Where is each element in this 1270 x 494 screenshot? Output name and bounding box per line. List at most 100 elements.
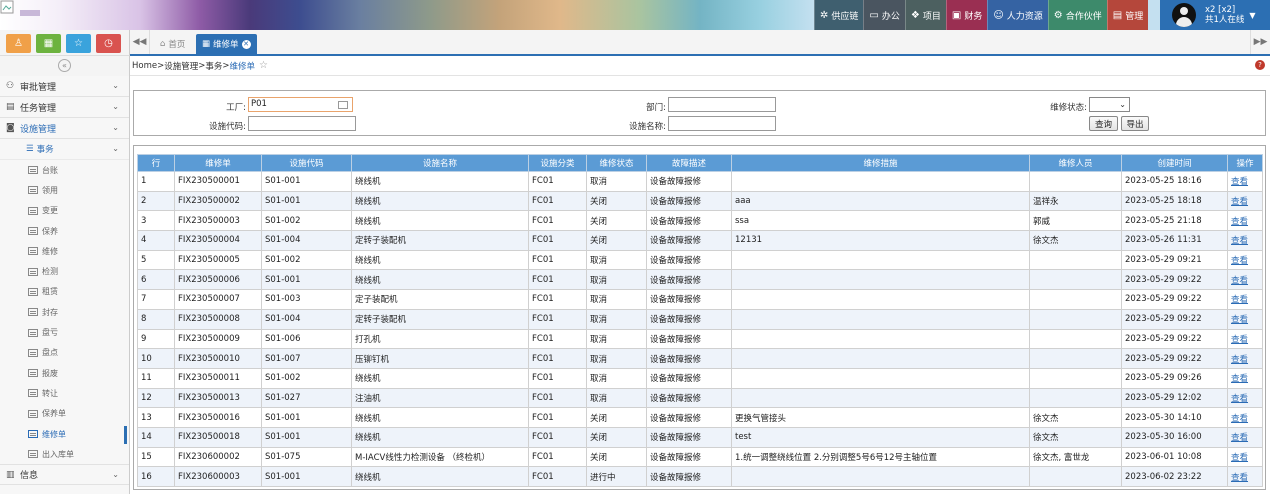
view-link[interactable]: 查看: [1227, 407, 1263, 428]
facility-code-input[interactable]: [248, 116, 356, 131]
column-header[interactable]: 维修状态: [586, 154, 647, 172]
table-row[interactable]: 13 FIX230500016 S01-001 绕线机 FC01 关闭 设备故障报修 更换气管…: [137, 407, 1263, 428]
view-link[interactable]: 查看: [1227, 210, 1263, 232]
facility-name-input[interactable]: [668, 116, 776, 131]
sidebar-leaf-item[interactable]: 封存: [0, 302, 129, 322]
view-link[interactable]: 查看: [1227, 230, 1263, 251]
view-link[interactable]: 查看: [1227, 466, 1263, 487]
sidebar-leaf-item[interactable]: 变更: [0, 201, 129, 221]
column-header[interactable]: 创建时间: [1121, 154, 1228, 172]
tab-scroll-left-icon[interactable]: ◀◀: [130, 30, 150, 54]
sidebar-leaf-item[interactable]: 领用: [0, 180, 129, 200]
table-row[interactable]: 11 FIX230500011 S01-002 绕线机 FC01 取消 设备故障报修 2023…: [137, 367, 1263, 389]
table-row[interactable]: 9 FIX230500009 S01-006 打孔机 FC01 取消 设备故障报修 2023-…: [137, 328, 1263, 350]
sidebar-item-info[interactable]: ▥ 信息 ⌄: [0, 464, 129, 486]
repair-status-select[interactable]: ⌄: [1089, 97, 1130, 112]
avatar[interactable]: [1172, 3, 1196, 27]
table-row[interactable]: 12 FIX230500013 S01-027 注油机 FC01 取消 设备故障报修 2023…: [137, 387, 1263, 409]
topnav-supply-chain[interactable]: ✲ 供应链: [814, 0, 864, 30]
help-icon[interactable]: ?: [1255, 60, 1265, 70]
column-header[interactable]: 维修人员: [1029, 154, 1122, 172]
table-row[interactable]: 7 FIX230500007 S01-003 定子装配机 FC01 取消 设备故障报修 202…: [137, 289, 1263, 310]
table-row[interactable]: 14 FIX230500018 S01-001 绕线机 FC01 关闭 设备故障报修 test…: [137, 426, 1263, 448]
tab-home[interactable]: ⌂ 首页: [154, 34, 191, 54]
factory-input[interactable]: P01: [248, 97, 353, 112]
breadcrumb-home[interactable]: Home: [132, 61, 157, 71]
column-header[interactable]: 维修措施: [731, 154, 1030, 172]
table-row[interactable]: 3 FIX230500003 S01-002 绕线机 FC01 关闭 设备故障报修 ssa 郭威…: [137, 210, 1263, 232]
sidebar-item-task[interactable]: ▤ 任务管理 ⌄: [0, 97, 129, 118]
view-link[interactable]: 查看: [1227, 367, 1263, 389]
breadcrumb-level1[interactable]: 设施管理: [164, 60, 198, 72]
topnav-office[interactable]: ▭ 办公: [863, 0, 905, 30]
sidebar-leaf-item[interactable]: 盘亏: [0, 322, 129, 342]
collapse-sidebar-icon[interactable]: «: [58, 59, 71, 72]
table-row[interactable]: 15 FIX230600002 S01-075 M-IACV线性力检测设备 （终检机）…: [137, 446, 1263, 468]
sidebar-leaf-item[interactable]: 保养: [0, 221, 129, 241]
table-row[interactable]: 8 FIX230500008 S01-004 定转子装配机 FC01 取消 设备故障报修 20…: [137, 308, 1263, 330]
column-header[interactable]: 维修单: [174, 154, 262, 172]
sidebar-leaf-item[interactable]: 盘点: [0, 343, 129, 363]
table-row[interactable]: 6 FIX230500006 S01-001 绕线机 FC01 取消 设备故障报修 2023-…: [137, 269, 1263, 291]
caret-down-icon[interactable]: ▼: [1249, 11, 1255, 20]
sidebar-leaf-item[interactable]: 维修: [0, 241, 129, 261]
topnav-finance[interactable]: ▣ 财务: [945, 0, 988, 30]
column-header[interactable]: 设施分类: [528, 154, 587, 172]
sidebar-leaf-label: 领用: [42, 185, 58, 195]
view-link[interactable]: 查看: [1227, 446, 1263, 468]
tab-scroll-right-icon[interactable]: ▶▶: [1250, 30, 1270, 54]
table-row[interactable]: 5 FIX230500005 S01-002 绕线机 FC01 取消 设备故障报修 2023-…: [137, 249, 1263, 271]
sidebar-leaf-item[interactable]: 保养单: [0, 404, 129, 424]
sidebar-leaf-item[interactable]: 出入库单: [0, 444, 129, 464]
export-button[interactable]: 导出: [1121, 116, 1149, 131]
close-tab-icon[interactable]: ✕: [241, 39, 251, 49]
topnav-project[interactable]: ❖ 项目: [904, 0, 946, 30]
table-cell: [1029, 289, 1122, 310]
sidebar-leaf-item[interactable]: 租赁: [0, 282, 129, 302]
table-row[interactable]: 2 FIX230500002 S01-001 绕线机 FC01 关闭 设备故障报修 aaa 温祥…: [137, 190, 1263, 212]
column-header[interactable]: 操作: [1227, 154, 1263, 172]
query-button[interactable]: 查询: [1089, 116, 1118, 131]
table-row[interactable]: 1 FIX230500001 S01-001 绕线机 FC01 取消 设备故障报修 2023-…: [137, 171, 1263, 192]
column-header[interactable]: 行: [137, 154, 175, 172]
sidebar-leaf-item[interactable]: 转让: [0, 383, 129, 403]
view-link[interactable]: 查看: [1227, 328, 1263, 350]
sidebar-item-facility[interactable]: ◙ 设施管理 ⌄: [0, 118, 129, 139]
sidebar-leaf-item[interactable]: 台账: [0, 160, 129, 180]
sidebar-leaf-item[interactable]: 报废: [0, 363, 129, 383]
view-link[interactable]: 查看: [1227, 269, 1263, 291]
lookup-icon[interactable]: [338, 101, 348, 109]
view-link[interactable]: 查看: [1227, 171, 1263, 192]
view-link[interactable]: 查看: [1227, 289, 1263, 310]
clock-icon[interactable]: ◷: [96, 34, 121, 53]
table-row[interactable]: 16 FIX230600003 S01-001 绕线机 FC01 进行中 设备故障报修 202…: [137, 466, 1263, 487]
breadcrumb-level2[interactable]: 事务: [205, 60, 222, 72]
table-row[interactable]: 10 FIX230500010 S01-007 压铆钉机 FC01 取消 设备故障报修 202…: [137, 348, 1263, 369]
tab-repair-order[interactable]: ▦ 维修单 ✕: [196, 34, 257, 54]
view-link[interactable]: 查看: [1227, 387, 1263, 409]
sidebar-leaf-item[interactable]: 维修单: [0, 424, 129, 445]
user-panel[interactable]: x2 [x2] 共1人在线 ▼: [1160, 0, 1270, 30]
table-cell: S01-002: [261, 367, 352, 389]
topnav-hr[interactable]: ☺ 人力资源: [987, 0, 1048, 30]
sidebar-leaf-item[interactable]: 检测: [0, 261, 129, 281]
sidebar-item-approval[interactable]: ⚇ 审批管理 ⌄: [0, 76, 129, 97]
view-link[interactable]: 查看: [1227, 348, 1263, 369]
topnav-partner[interactable]: ⚙ 合作伙伴: [1047, 0, 1107, 30]
table-row[interactable]: 4 FIX230500004 S01-004 定转子装配机 FC01 关闭 设备故障报修 12…: [137, 230, 1263, 251]
view-link[interactable]: 查看: [1227, 249, 1263, 271]
grid-icon[interactable]: ▦: [36, 34, 61, 53]
sidebar-group-affairs[interactable]: ☰ 事务 ⌄: [0, 139, 129, 160]
column-header[interactable]: 故障描述: [646, 154, 732, 172]
topnav-admin[interactable]: ▤ 管理: [1106, 0, 1149, 30]
favorite-star-icon[interactable]: ☆: [259, 60, 268, 71]
column-header[interactable]: 设施代码: [261, 154, 352, 172]
user-icon[interactable]: ♙: [6, 34, 31, 53]
column-header[interactable]: 设施名称: [351, 154, 529, 172]
star-icon[interactable]: ☆: [66, 34, 91, 53]
view-link[interactable]: 查看: [1227, 190, 1263, 212]
view-link[interactable]: 查看: [1227, 308, 1263, 330]
table-cell: 关闭: [586, 230, 647, 251]
view-link[interactable]: 查看: [1227, 426, 1263, 448]
department-input[interactable]: [668, 97, 776, 112]
